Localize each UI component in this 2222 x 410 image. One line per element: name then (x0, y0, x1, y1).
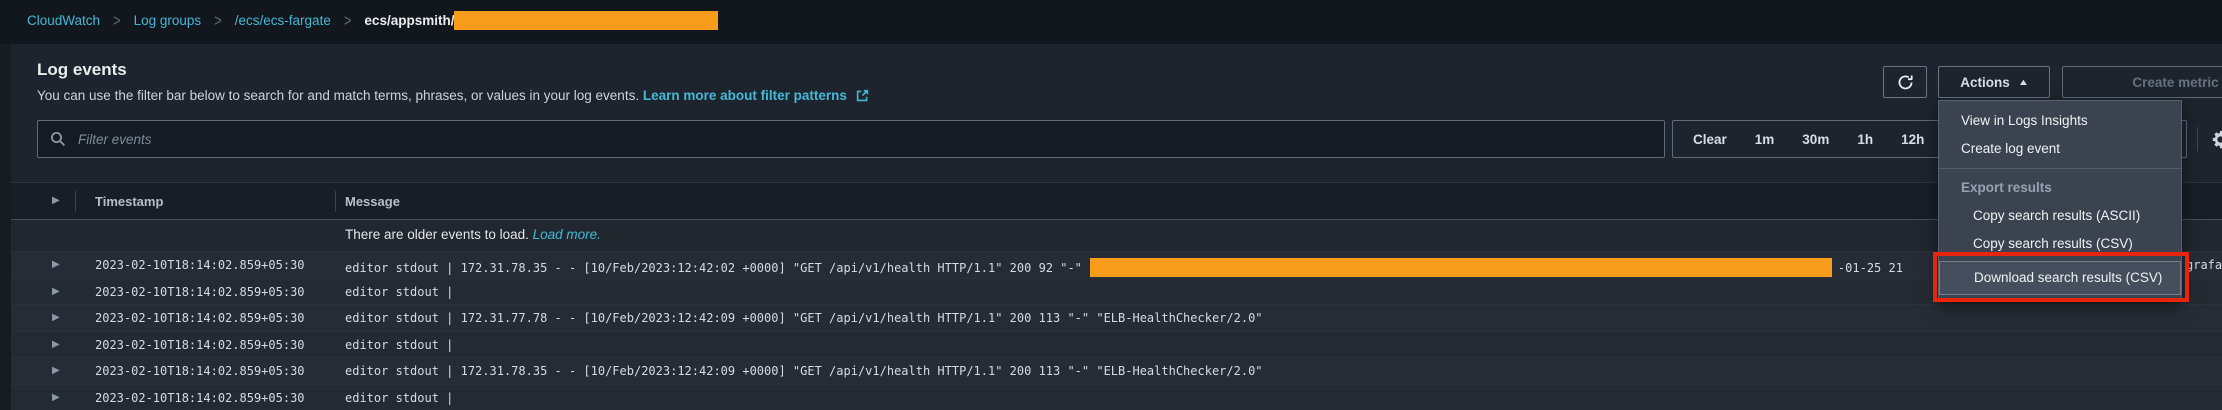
gear-icon (2208, 127, 2222, 152)
breadcrumb-link-cloudwatch[interactable]: CloudWatch (27, 13, 100, 28)
page-title: Log events (37, 60, 127, 80)
refresh-button[interactable] (1883, 66, 1927, 98)
expand-arrow-icon[interactable]: ▶ (52, 392, 60, 403)
learn-more-link[interactable]: Learn more about filter patterns (643, 88, 847, 103)
message-cell: editor stdout | 172.31.77.78 - - [10/Feb… (345, 311, 1263, 325)
actions-button-label: Actions (1960, 75, 2010, 90)
message-text: -01-25 21 (1838, 261, 1903, 275)
menu-item-create-log-event[interactable]: Create log event (1939, 135, 2181, 163)
expand-arrow-icon[interactable]: ▶ (52, 312, 60, 323)
column-header-message: Message (345, 194, 400, 209)
breadcrumb-separator-icon: > (344, 11, 352, 30)
create-metric-filter-button[interactable]: Create metric filter (2062, 66, 2222, 98)
breadcrumb-current-label: ecs/appsmith/ (364, 13, 454, 28)
timestamp-cell: 2023-02-10T18:14:02.859+05:30 (95, 391, 305, 405)
breadcrumb-separator-icon: > (214, 11, 222, 30)
menu-item-view-in-logs-insights[interactable]: View in Logs Insights (1939, 107, 2181, 135)
log-event-row[interactable]: ▶ 2023-02-10T18:14:02.859+05:30 editor s… (11, 331, 2222, 358)
timestamp-cell: 2023-02-10T18:14:02.859+05:30 (95, 285, 305, 299)
table-header: ▶ Timestamp Message (11, 182, 2222, 220)
cloudwatch-log-events-screen: CloudWatch > Log groups > /ecs/ecs-farga… (0, 0, 2222, 410)
message-text-tail: grafan (2186, 258, 2222, 272)
filter-events-box (37, 120, 1665, 158)
log-event-row[interactable]: ▶ 2023-02-10T18:14:02.859+05:30 editor s… (11, 251, 2222, 278)
breadcrumb-current: ecs/appsmith/ (364, 11, 718, 30)
timestamp-cell: 2023-02-10T18:14:02.859+05:30 (95, 258, 305, 272)
expand-arrow-icon[interactable]: ▶ (52, 365, 60, 376)
redaction-block (1090, 258, 1832, 277)
expand-arrow-icon[interactable]: ▶ (52, 339, 60, 350)
refresh-icon (1897, 74, 1914, 91)
external-link-icon (856, 89, 869, 102)
toolbar-divider (2197, 127, 2198, 151)
time-range-clear[interactable]: Clear (1693, 132, 1727, 147)
message-cell: editor stdout | 172.31.78.35 - - [10/Feb… (345, 364, 1263, 378)
message-text: editor stdout | 172.31.78.35 - - [10/Feb… (345, 261, 1082, 275)
redaction-block (454, 11, 718, 30)
breadcrumb-link-ecs-fargate[interactable]: /ecs/ecs-fargate (235, 13, 331, 28)
older-events-row: There are older events to load. Load mor… (11, 220, 2222, 251)
menu-item-copy-search-results-csv[interactable]: Copy search results (CSV) (1939, 230, 2181, 258)
time-range-30m[interactable]: 30m (1802, 132, 1829, 147)
actions-menu: View in Logs Insights Create log event E… (1938, 100, 2182, 302)
message-cell: editor stdout | (345, 338, 453, 352)
column-divider (335, 191, 336, 212)
preferences-button[interactable] (2207, 127, 2222, 153)
timestamp-cell: 2023-02-10T18:14:02.859+05:30 (95, 311, 305, 325)
older-events-text: There are older events to load. (345, 227, 529, 242)
message-cell: editor stdout | 172.31.78.35 - - [10/Feb… (345, 258, 1903, 277)
page-description: You can use the filter bar below to sear… (37, 88, 869, 103)
timestamp-cell: 2023-02-10T18:14:02.859+05:30 (95, 338, 305, 352)
description-text: You can use the filter bar below to sear… (37, 88, 639, 103)
log-event-row[interactable]: ▶ 2023-02-10T18:14:02.859+05:30 editor s… (11, 384, 2222, 410)
filter-events-input[interactable] (76, 131, 1652, 148)
message-cell: editor stdout | (345, 391, 453, 405)
breadcrumb-link-log-groups[interactable]: Log groups (134, 13, 202, 28)
breadcrumb-bar: CloudWatch > Log groups > /ecs/ecs-farga… (0, 0, 2222, 44)
message-cell: editor stdout | (345, 285, 453, 299)
log-events-panel: Log events You can use the filter bar be… (11, 44, 2222, 410)
expand-arrow-icon: ▶ (52, 195, 60, 206)
time-range-1m[interactable]: 1m (1755, 132, 1775, 147)
actions-button[interactable]: Actions ▲ (1938, 66, 2050, 98)
column-divider (75, 191, 76, 212)
breadcrumb: CloudWatch > Log groups > /ecs/ecs-farga… (27, 0, 718, 40)
log-event-row[interactable]: ▶ 2023-02-10T18:14:02.859+05:30 editor s… (11, 278, 2222, 305)
breadcrumb-separator-icon: > (113, 11, 121, 30)
caret-up-icon: ▲ (2017, 77, 2029, 87)
menu-item-copy-search-results-ascii[interactable]: Copy search results (ASCII) (1939, 202, 2181, 230)
log-event-row[interactable]: ▶ 2023-02-10T18:14:02.859+05:30 editor s… (11, 304, 2222, 331)
timestamp-cell: 2023-02-10T18:14:02.859+05:30 (95, 364, 305, 378)
search-icon (50, 131, 66, 147)
expand-arrow-icon[interactable]: ▶ (52, 259, 60, 270)
column-header-timestamp: Timestamp (95, 194, 163, 209)
menu-item-download-search-results-csv[interactable]: Download search results (CSV) (1939, 261, 2181, 295)
load-more-link[interactable]: Load more. (533, 227, 601, 242)
log-events-table-body: ▶ 2023-02-10T18:14:02.859+05:30 editor s… (11, 251, 2222, 410)
menu-divider (1939, 168, 2181, 169)
time-range-12h[interactable]: 12h (1901, 132, 1924, 147)
menu-section-export-results: Export results (1939, 174, 2181, 202)
time-range-1h[interactable]: 1h (1857, 132, 1873, 147)
log-event-row[interactable]: ▶ 2023-02-10T18:14:02.859+05:30 editor s… (11, 357, 2222, 384)
expand-arrow-icon[interactable]: ▶ (52, 286, 60, 297)
create-metric-filter-label: Create metric filter (2132, 75, 2222, 90)
